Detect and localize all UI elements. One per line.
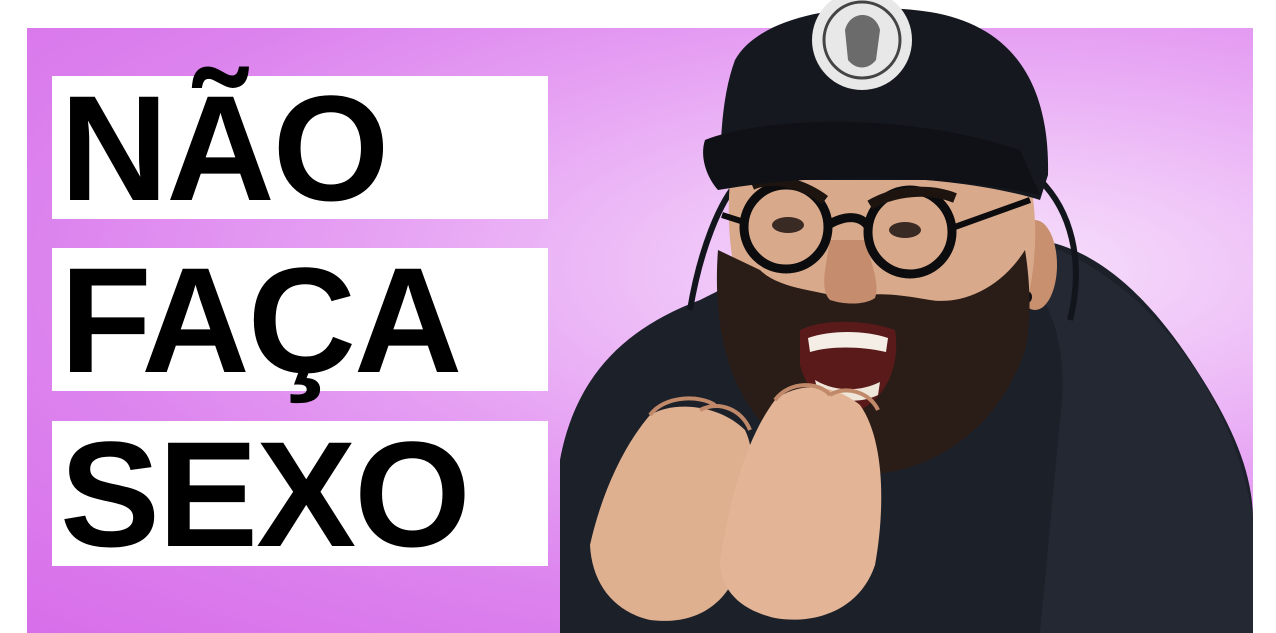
title-line-2: FAÇA bbox=[52, 245, 548, 395]
title-line-1: NÃO bbox=[52, 73, 548, 223]
title-line-3: SEXO bbox=[52, 419, 548, 569]
video-thumbnail: NÃO FAÇA SEXO bbox=[0, 0, 1276, 633]
